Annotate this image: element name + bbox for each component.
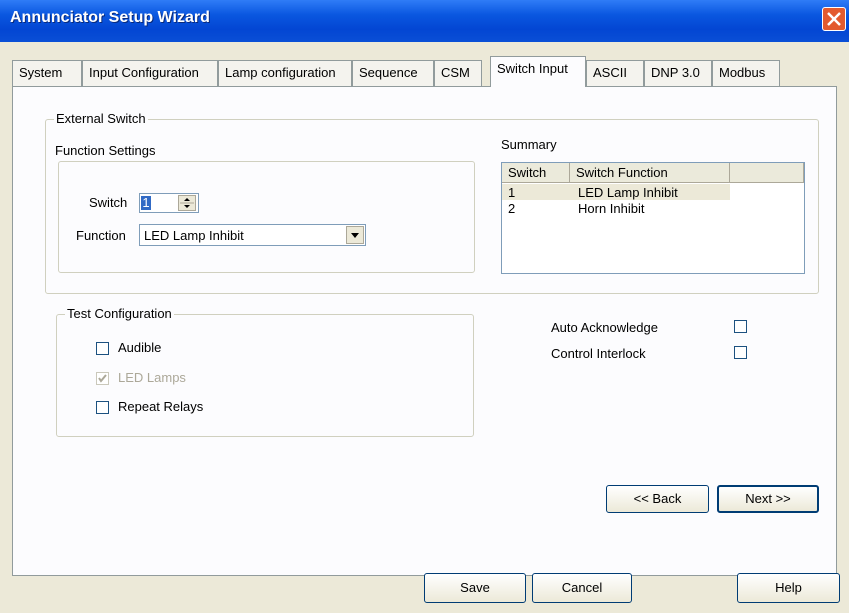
auto-acknowledge-label: Auto Acknowledge xyxy=(551,320,658,335)
row-switch: 1 xyxy=(508,185,516,200)
tab-sequence[interactable]: Sequence xyxy=(352,60,434,86)
function-dropdown-button[interactable] xyxy=(346,226,364,244)
led-lamps-label: LED Lamps xyxy=(118,370,186,385)
repeat-relays-checkbox[interactable] xyxy=(96,401,109,414)
function-settings-label: Function Settings xyxy=(55,143,156,158)
summary-col-function[interactable]: Switch Function xyxy=(570,163,730,183)
summary-label: Summary xyxy=(501,137,557,152)
row-function: LED Lamp Inhibit xyxy=(578,185,678,200)
tab-lamp-configuration[interactable]: Lamp configuration xyxy=(218,60,352,86)
switch-label: Switch xyxy=(89,195,128,210)
tab-modbus[interactable]: Modbus xyxy=(712,60,780,86)
summary-list[interactable]: Switch Switch Function 1 LED Lamp Inhibi… xyxy=(501,162,805,274)
control-interlock-label: Control Interlock xyxy=(551,346,646,361)
tab-switch-input[interactable]: Switch Input xyxy=(490,56,586,87)
tab-ascii[interactable]: ASCII xyxy=(586,60,644,86)
led-lamps-checkbox[interactable] xyxy=(96,372,109,385)
summary-col-empty[interactable] xyxy=(730,163,804,183)
table-row[interactable]: 2 Horn Inhibit xyxy=(502,200,730,216)
spinner-arrows-icon xyxy=(180,198,194,208)
function-select[interactable]: LED Lamp Inhibit xyxy=(139,224,366,246)
external-switch-label: External Switch xyxy=(54,111,148,126)
audible-label: Audible xyxy=(118,340,162,355)
control-interlock-checkbox[interactable] xyxy=(734,346,747,359)
help-button[interactable]: Help xyxy=(737,573,840,603)
switch-spinner[interactable]: 1 xyxy=(139,193,199,213)
row-switch: 2 xyxy=(508,201,516,216)
function-select-value: LED Lamp Inhibit xyxy=(144,228,244,243)
tab-input-configuration[interactable]: Input Configuration xyxy=(82,60,218,86)
switch-value[interactable]: 1 xyxy=(141,196,151,210)
back-button[interactable]: << Back xyxy=(606,485,709,513)
title-bar[interactable]: Annunciator Setup Wizard xyxy=(0,0,849,42)
checkmark-icon xyxy=(98,374,107,383)
function-settings-box xyxy=(58,161,475,273)
spinner-buttons[interactable] xyxy=(178,195,196,211)
close-button[interactable] xyxy=(822,7,846,31)
tab-system[interactable]: System xyxy=(12,60,82,86)
table-row[interactable]: 1 LED Lamp Inhibit xyxy=(502,184,730,200)
row-function: Horn Inhibit xyxy=(578,201,645,216)
tab-csm[interactable]: CSM xyxy=(434,60,482,86)
function-label: Function xyxy=(76,228,126,243)
next-button[interactable]: Next >> xyxy=(717,485,819,513)
tab-dnp[interactable]: DNP 3.0 xyxy=(644,60,712,86)
close-icon xyxy=(827,12,841,26)
audible-checkbox[interactable] xyxy=(96,342,109,355)
summary-col-switch[interactable]: Switch xyxy=(502,163,570,183)
save-button[interactable]: Save xyxy=(424,573,526,603)
chevron-down-icon xyxy=(351,233,359,238)
repeat-relays-label: Repeat Relays xyxy=(118,399,204,414)
test-configuration-label: Test Configuration xyxy=(65,306,174,321)
window-title: Annunciator Setup Wizard xyxy=(10,9,210,26)
switch-input-panel: External Switch Function Settings Switch… xyxy=(12,86,837,576)
cancel-button[interactable]: Cancel xyxy=(532,573,632,603)
auto-acknowledge-checkbox[interactable] xyxy=(734,320,747,333)
